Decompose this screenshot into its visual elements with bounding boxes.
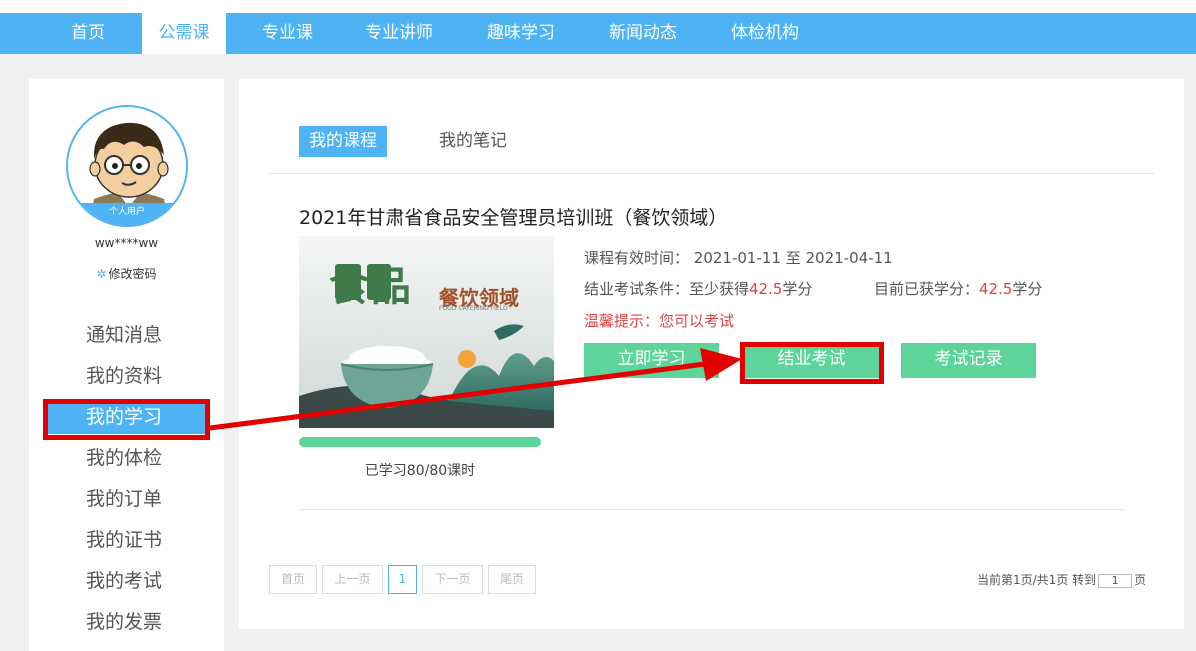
annotation-arrow-icon — [209, 348, 742, 431]
